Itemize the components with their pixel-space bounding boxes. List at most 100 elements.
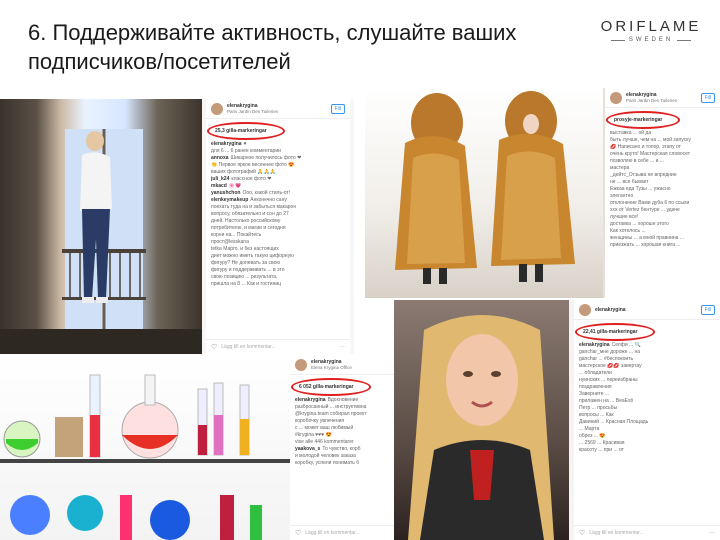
comment-text: диет можно иметь такую цифорную — [211, 253, 294, 259]
comment-item: Давиний ... Красная Площадь — [579, 419, 715, 426]
heart-icon[interactable]: ♡ — [211, 343, 217, 351]
location[interactable]: Paris Jardin Des Tuileries — [227, 109, 278, 114]
comment-item: элегантно — [610, 193, 715, 200]
post-panel-selfie: elenakrygina Fill 22,41 gilla-markeringa… — [394, 300, 720, 540]
comment-item: vise alle 446 kommentarer — [295, 439, 397, 446]
more-options-icon[interactable]: ··· — [339, 344, 345, 350]
comment-item: mkacd 🌸💗 — [211, 183, 345, 190]
comment-item: коробочку увлечения — [295, 418, 397, 425]
location[interactable]: Paris Jardin Des Tuileries — [626, 98, 677, 103]
comment-item: elenakrygina Вдохновение — [295, 397, 397, 404]
oriflame-logo: ORIFLAME SWEDEN — [596, 18, 706, 43]
comment-text: Вдохновение — [327, 397, 359, 403]
post-author: elenakrygina — [595, 307, 697, 313]
comment-item: не ... все бывает — [610, 179, 715, 186]
comment-text: То чувство, корб — [322, 446, 361, 452]
comment-username[interactable]: elenakrygina — [579, 342, 610, 348]
comment-username[interactable]: elenakrygina — [211, 141, 242, 147]
comment-text: прост@lesskana — [211, 239, 249, 245]
add-comment-input[interactable]: Lägg till en kommentar... — [305, 530, 397, 536]
comment-text: красоту ... при ... от — [579, 447, 624, 453]
post-header: elenakrygina Fill — [574, 300, 720, 320]
comment-username[interactable]: annoxa — [211, 155, 229, 161]
likes-count-highlighted[interactable]: 22,41 gilla-markeringar — [574, 323, 657, 341]
comment-username[interactable]: mkacd — [211, 183, 227, 189]
comment-item: отклонение Вами дуба 6 по ссыхи — [610, 200, 715, 207]
likes-count-highlighted[interactable]: 6 052 gilla-markeringar — [290, 378, 373, 396]
follow-button[interactable]: Fill — [330, 104, 345, 114]
post-panel-lab: elenakrygina Elena Krygina Office 6 052 … — [0, 355, 402, 540]
comment-item: ... 2569 ... Красивая — [579, 440, 715, 447]
comment-item: коробку, успели понимать б — [295, 460, 397, 467]
comment-text: ... обладатели — [579, 370, 612, 376]
slide-title: 6. Поддерживайте активность, слушайте ва… — [28, 20, 517, 74]
post-photo-window — [0, 99, 202, 354]
comment-text: выставка ... ой да — [610, 130, 652, 136]
comment-text: ваших фотографий 🙏🙏🙏 — [211, 169, 277, 175]
comment-text: vise alle 446 kommentarer — [295, 439, 354, 445]
comment-item: annoxa Шикарное получилось фото ❤ — [211, 155, 345, 162]
post-card-runway: elenakrygina Paris Jardin Des Tuileries … — [605, 88, 720, 298]
comment-item: женщины ... а мной правнина ... — [610, 235, 715, 242]
comment-text: ххх от Vertez бентуре ... удаче — [610, 207, 680, 213]
location[interactable]: Elena Krygina Office — [311, 365, 352, 370]
comment-text: вопросу, обязательно и сон до 27 — [211, 211, 289, 217]
post-footer: ♡ Lägg till en kommentar... ··· — [206, 339, 350, 354]
comment-text: прилажен на ... BeaEsti — [579, 398, 633, 404]
comment-item: прост@lesskana — [211, 239, 345, 246]
comment-item: и молодой человек заказа — [295, 453, 397, 460]
post-author: elenakrygina Paris Jardin Des Tuileries — [626, 92, 697, 104]
comment-text: ... Марта — [579, 426, 600, 432]
comment-text: разбросанный ... инструктивна — [295, 404, 367, 410]
comment-text: позволяю в себе ... и ... — [610, 158, 664, 164]
comment-item: 💋 Написано и топор, этапу от — [610, 144, 715, 151]
comment-username[interactable]: yaakova_s — [295, 446, 320, 452]
comment-text: поехать туда на и забыться макарон — [211, 204, 297, 210]
comment-text: элегантно — [610, 193, 634, 199]
more-options-icon[interactable]: ··· — [709, 530, 715, 536]
comment-text: Анконечно сану — [250, 197, 287, 203]
comment-item: выставка ... ой да — [610, 130, 715, 137]
comments-list: elenakrygina Вдохновение разбросанный ... … — [290, 395, 402, 469]
comment-item: разбросанный ... инструктивна — [295, 404, 397, 411]
likes-count-highlighted[interactable]: 25,3 gilla-markeringar — [207, 122, 285, 140]
comment-item: диет можно иметь такую цифорную — [211, 253, 345, 260]
avatar — [610, 92, 622, 104]
comment-item: дней. Настолько российскому — [211, 218, 345, 225]
comment-text: очень круто! Мастерская словосет — [610, 151, 691, 157]
post-author: elenakrygina Paris Jardin Des Tuileries — [227, 103, 327, 115]
comment-username[interactable]: juli_k24 — [211, 176, 229, 182]
comment-item: 👏 Первое яркое весеннее фото 😍 — [211, 162, 345, 169]
post-header: elenakrygina Paris Jardin Des Tuileries … — [605, 88, 720, 108]
comment-text: обрез ... 😍 — [579, 433, 606, 439]
comments-list: elenakrygina ♥ для 6 ... 6 ранее комментар… — [206, 139, 350, 290]
comment-text: ganchar_мне дороже ... на — [579, 349, 641, 355]
comment-item: приезжать ... хорошая книга ... — [610, 242, 715, 249]
likes-count-highlighted[interactable]: prosyje-markeringar — [605, 111, 681, 129]
heart-icon[interactable]: ♡ — [579, 529, 585, 537]
follow-button[interactable]: Fill — [700, 93, 715, 103]
comment-item: #krygina ♥♥♥ 😍 — [295, 432, 397, 439]
add-comment-input[interactable]: Lägg till en kommentar... — [221, 344, 335, 350]
comment-username[interactable]: elenkeymakeup — [211, 197, 248, 203]
follow-button[interactable]: Fill — [700, 305, 715, 315]
comment-item: _дейтс_Отзыва не впредние — [610, 172, 715, 179]
comment-item: ganchar_мне дороже ... на — [579, 349, 715, 356]
comment-username[interactable]: yanushchon — [211, 190, 240, 196]
comment-item: Как хотелось ... — [610, 228, 715, 235]
heart-icon[interactable]: ♡ — [295, 529, 301, 537]
post-card-window: elenakrygina Paris Jardin Des Tuileries … — [206, 99, 350, 354]
comment-text: ♥ — [243, 141, 247, 147]
comment-text: дней. Настолько российскому — [211, 218, 281, 224]
add-comment-input[interactable]: Lägg till en kommentar... — [589, 530, 705, 536]
username[interactable]: elenakrygina — [595, 307, 697, 313]
comment-text: Ооо, какой стиль-от! — [242, 190, 291, 196]
comment-text: Давиний ... Красная Площадь — [579, 419, 649, 425]
comment-item: фигуру и поддерживать ... в это — [211, 267, 345, 274]
comment-item: для 6 ... 6 ранее комментарии — [211, 148, 345, 155]
comment-item: ganchar ... #беспокоить — [579, 356, 715, 363]
comment-username[interactable]: elenakrygina — [295, 397, 326, 403]
comment-item: с ... может ваш любимый — [295, 425, 397, 432]
comment-text: быть лучше, чем на ... мой запуску — [610, 137, 691, 143]
comment-text: коробочку увлечения — [295, 418, 345, 424]
